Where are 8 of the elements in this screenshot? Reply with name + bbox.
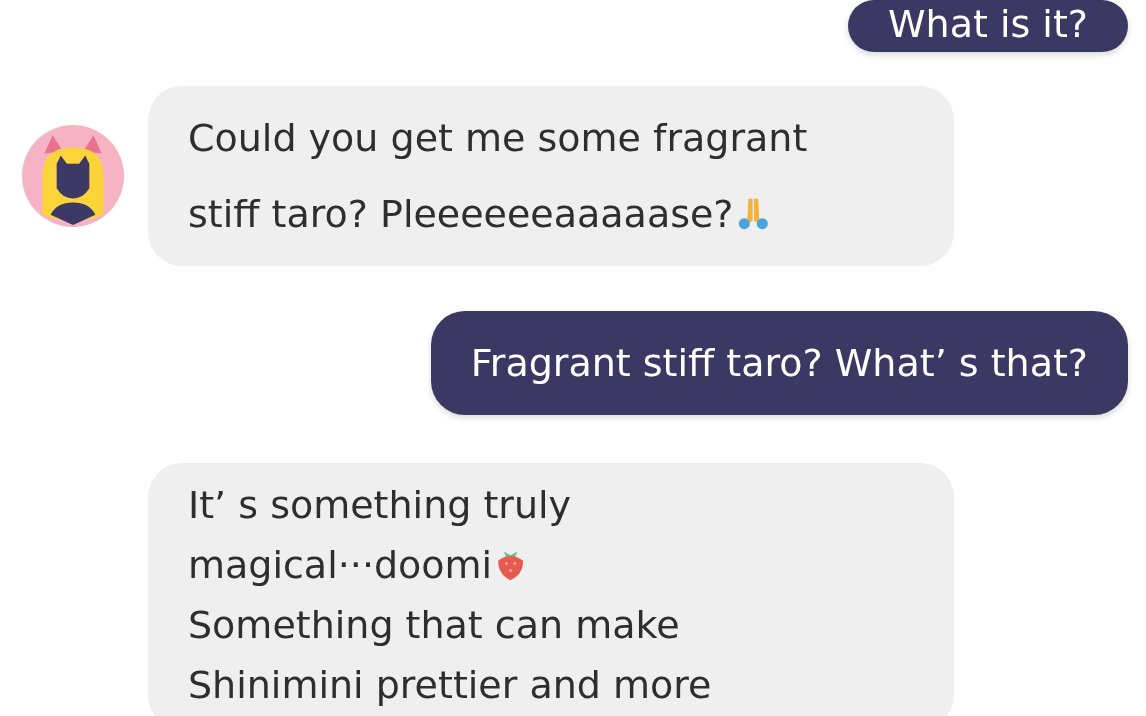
message-text: stiff taro? Pleeeeeeaaaaase? [188, 191, 734, 238]
message-text: Could you get me some fragrant [188, 115, 808, 162]
message-text: Fragrant stiff taro? What’ s that? [470, 340, 1088, 387]
message-text: It’ s something truly [188, 482, 572, 529]
message-text: magical···doomi [188, 542, 493, 589]
message-text: Shinimini prettier and more [188, 662, 712, 709]
message-text: Something that can make [188, 602, 680, 649]
message-text: What is it? [888, 2, 1088, 46]
